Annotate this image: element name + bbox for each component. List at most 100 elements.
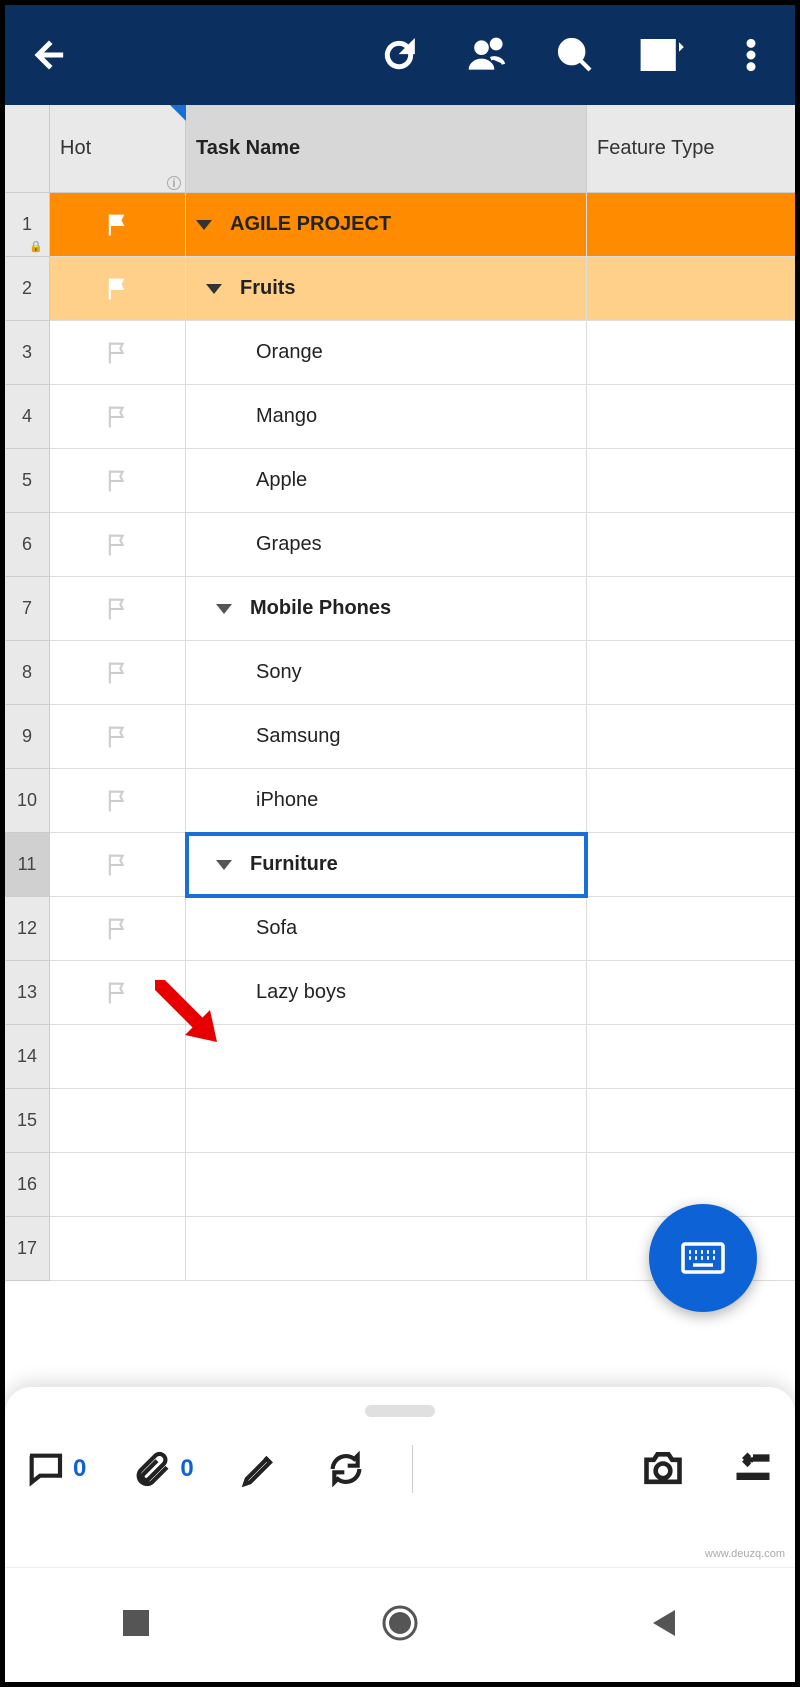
column-feature-type[interactable]: Feature Type [587, 105, 795, 192]
hot-cell[interactable] [50, 321, 186, 385]
hot-cell[interactable] [50, 1153, 186, 1217]
flag-icon[interactable] [104, 659, 132, 687]
row-number[interactable]: 2 [5, 257, 50, 321]
hot-cell[interactable] [50, 385, 186, 449]
flag-icon[interactable] [104, 851, 132, 879]
flag-icon[interactable] [104, 787, 132, 815]
hot-cell[interactable] [50, 705, 186, 769]
edit-button[interactable] [240, 1449, 280, 1489]
search-icon[interactable] [551, 31, 599, 79]
attachments-button[interactable]: 0 [132, 1449, 193, 1489]
table-row[interactable]: 6 Grapes [5, 513, 795, 577]
table-row[interactable]: 13Lazy boys [5, 961, 795, 1025]
info-icon[interactable]: i [167, 176, 181, 190]
table-row[interactable]: 8 Sony [5, 641, 795, 705]
expand-icon[interactable] [196, 220, 212, 230]
nav-back-icon[interactable] [647, 1606, 681, 1645]
table-row[interactable]: 14 [5, 1025, 795, 1089]
feature-cell[interactable] [587, 833, 795, 897]
table-row[interactable]: 1🔒AGILE PROJECT [5, 193, 795, 257]
table-row[interactable]: 2 Fruits [5, 257, 795, 321]
feature-cell[interactable] [587, 449, 795, 513]
flag-icon[interactable] [104, 595, 132, 623]
hot-cell[interactable] [50, 449, 186, 513]
task-cell[interactable] [186, 1089, 587, 1153]
table-row[interactable]: 3 Orange [5, 321, 795, 385]
row-number[interactable]: 11 [5, 833, 50, 897]
table-row[interactable]: 11 Furniture [5, 833, 795, 897]
sheet-drag-handle[interactable] [365, 1405, 435, 1417]
nav-recent-icon[interactable] [119, 1606, 153, 1645]
row-number[interactable]: 9 [5, 705, 50, 769]
column-task-name[interactable]: Task Name [186, 105, 587, 192]
flag-icon[interactable] [104, 915, 132, 943]
row-number[interactable]: 3 [5, 321, 50, 385]
sync-button[interactable] [326, 1449, 366, 1489]
table-row[interactable]: 16 [5, 1153, 795, 1217]
task-cell[interactable]: Mango [186, 385, 587, 449]
hot-cell[interactable] [50, 833, 186, 897]
nav-home-icon[interactable] [380, 1603, 420, 1648]
feature-cell[interactable] [587, 961, 795, 1025]
grid-view-icon[interactable] [639, 31, 687, 79]
flag-icon[interactable] [104, 979, 132, 1007]
task-cell[interactable]: Sony [186, 641, 587, 705]
task-cell[interactable] [186, 1025, 587, 1089]
hot-cell[interactable] [50, 961, 186, 1025]
flag-icon[interactable] [104, 339, 132, 367]
row-number[interactable]: 6 [5, 513, 50, 577]
hot-cell[interactable] [50, 1025, 186, 1089]
task-cell[interactable]: iPhone [186, 769, 587, 833]
table-row[interactable]: 12 Sofa [5, 897, 795, 961]
feature-cell[interactable] [587, 897, 795, 961]
task-cell[interactable]: Fruits [186, 257, 587, 321]
feature-cell[interactable] [587, 577, 795, 641]
feature-cell[interactable] [587, 513, 795, 577]
table-row[interactable]: 15 [5, 1089, 795, 1153]
task-cell[interactable]: Furniture [186, 833, 587, 897]
feature-cell[interactable] [587, 1025, 795, 1089]
feature-cell[interactable] [587, 193, 795, 257]
row-number[interactable]: 8 [5, 641, 50, 705]
task-cell[interactable] [186, 1217, 587, 1281]
task-cell[interactable]: Samsung [186, 705, 587, 769]
task-cell[interactable]: Lazy boys [186, 961, 587, 1025]
feature-cell[interactable] [587, 1089, 795, 1153]
feature-cell[interactable] [587, 257, 795, 321]
expand-icon[interactable] [216, 860, 232, 870]
hot-cell[interactable] [50, 257, 186, 321]
expand-icon[interactable] [216, 604, 232, 614]
task-cell[interactable]: Orange [186, 321, 587, 385]
task-cell[interactable]: Mobile Phones [186, 577, 587, 641]
row-number[interactable]: 17 [5, 1217, 50, 1281]
flag-icon[interactable] [104, 275, 132, 303]
column-hot[interactable]: Hot i [50, 105, 186, 192]
task-cell[interactable]: Sofa [186, 897, 587, 961]
back-icon[interactable] [25, 31, 73, 79]
share-people-icon[interactable] [463, 31, 511, 79]
table-row[interactable]: 7Mobile Phones [5, 577, 795, 641]
table-row[interactable]: 9 Samsung [5, 705, 795, 769]
row-number[interactable]: 10 [5, 769, 50, 833]
task-cell[interactable]: Apple [186, 449, 587, 513]
feature-cell[interactable] [587, 321, 795, 385]
flag-icon[interactable] [104, 467, 132, 495]
flag-icon[interactable] [104, 723, 132, 751]
task-cell[interactable] [186, 1153, 587, 1217]
row-number[interactable]: 14 [5, 1025, 50, 1089]
hot-cell[interactable] [50, 513, 186, 577]
row-number[interactable]: 12 [5, 897, 50, 961]
expand-icon[interactable] [206, 284, 222, 294]
table-row[interactable]: 5 Apple [5, 449, 795, 513]
flag-icon[interactable] [104, 211, 132, 239]
row-number[interactable]: 1🔒 [5, 193, 50, 257]
hot-cell[interactable] [50, 1217, 186, 1281]
camera-button[interactable] [641, 1447, 685, 1491]
indent-button[interactable] [731, 1447, 775, 1491]
refresh-icon[interactable] [375, 31, 423, 79]
feature-cell[interactable] [587, 769, 795, 833]
row-number[interactable]: 5 [5, 449, 50, 513]
task-cell[interactable]: Grapes [186, 513, 587, 577]
comments-button[interactable]: 0 [25, 1449, 86, 1489]
table-row[interactable]: 4Mango [5, 385, 795, 449]
